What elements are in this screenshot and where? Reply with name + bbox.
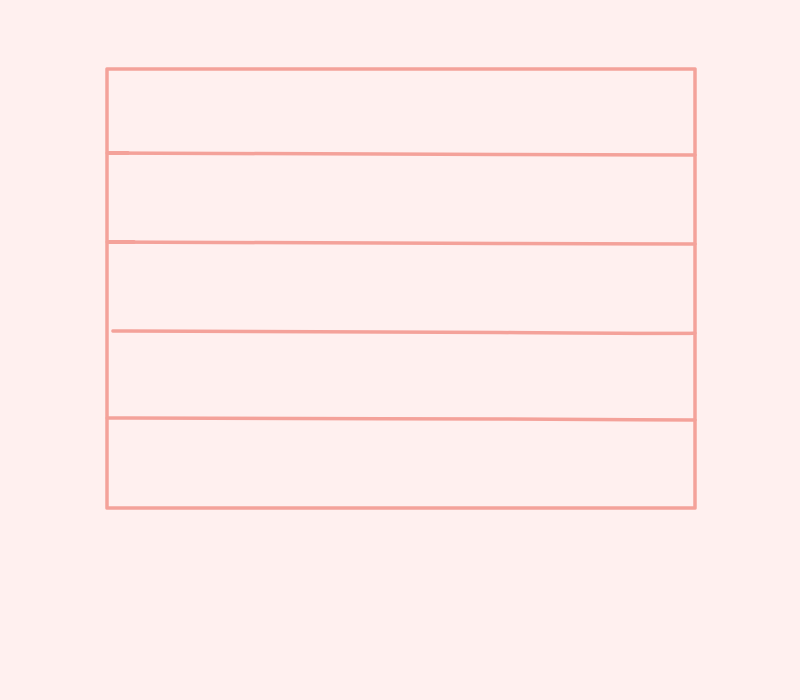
outer-box [105, 67, 697, 510]
row-box-diagram [105, 67, 697, 510]
row-divider-4 [105, 416, 697, 422]
row-divider-3 [111, 329, 697, 336]
row-divider-1 [105, 151, 697, 157]
drawing-canvas [0, 0, 800, 700]
row-divider-2 [105, 240, 697, 246]
